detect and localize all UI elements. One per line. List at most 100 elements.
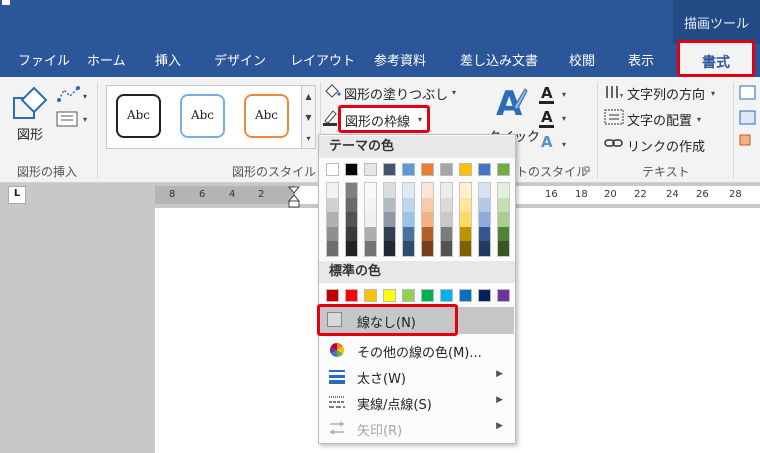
shape-styles-scroll[interactable]: ▲ ▼ ▾ xyxy=(302,85,316,149)
theme-shade-swatch[interactable] xyxy=(384,241,395,256)
theme-shade-swatch[interactable] xyxy=(422,226,433,242)
create-link-button[interactable]: リンクの作成 xyxy=(627,136,705,155)
text-direction-button[interactable]: 文字列の方向 xyxy=(627,84,705,103)
standard-color-swatch[interactable] xyxy=(497,289,510,302)
shapes-label[interactable]: 図形 xyxy=(17,124,43,143)
shape-style-dark[interactable]: Abc xyxy=(116,94,161,138)
tab-references[interactable]: 参考資料 xyxy=(374,50,426,70)
theme-shade-swatch[interactable] xyxy=(346,197,357,213)
theme-shade-column[interactable] xyxy=(459,182,472,257)
shape-fill-dropdown-icon[interactable]: ▾ xyxy=(452,88,456,97)
theme-shade-swatch[interactable] xyxy=(365,226,376,242)
theme-color-swatch[interactable] xyxy=(440,163,453,176)
theme-shade-swatch[interactable] xyxy=(403,183,414,198)
theme-shade-swatch[interactable] xyxy=(346,212,357,227)
tab-format[interactable]: 書式 xyxy=(677,40,755,77)
shape-style-blue[interactable]: Abc xyxy=(180,94,225,138)
align-text-button[interactable]: 文字の配置 xyxy=(627,110,692,129)
theme-shade-swatch[interactable] xyxy=(403,241,414,256)
theme-shade-swatch[interactable] xyxy=(479,241,490,256)
shape-style-orange[interactable]: Abc xyxy=(244,94,289,138)
theme-shade-column[interactable] xyxy=(345,182,358,257)
theme-shade-swatch[interactable] xyxy=(422,241,433,256)
theme-shade-swatch[interactable] xyxy=(479,197,490,213)
tab-layout[interactable]: レイアウト xyxy=(290,50,355,70)
dialog-launcher-icon[interactable]: ⧉ xyxy=(584,165,590,175)
theme-shade-swatch[interactable] xyxy=(365,183,376,198)
theme-shade-column[interactable] xyxy=(440,182,453,257)
theme-shade-swatch[interactable] xyxy=(346,183,357,198)
theme-shade-swatch[interactable] xyxy=(403,212,414,227)
standard-color-swatch[interactable] xyxy=(440,289,453,302)
theme-shade-swatch[interactable] xyxy=(460,212,471,227)
theme-shade-swatch[interactable] xyxy=(327,241,338,256)
tab-selector-icon[interactable]: L xyxy=(8,186,26,204)
link-icon[interactable] xyxy=(604,137,624,149)
theme-shade-swatch[interactable] xyxy=(441,183,452,198)
theme-color-swatch[interactable] xyxy=(345,163,358,176)
indent-marker-icon[interactable] xyxy=(288,186,300,208)
quick-styles-icon[interactable]: A xyxy=(494,83,528,123)
theme-color-swatch[interactable] xyxy=(421,163,434,176)
theme-shade-swatch[interactable] xyxy=(384,197,395,213)
theme-shade-swatch[interactable] xyxy=(441,212,452,227)
theme-color-swatch[interactable] xyxy=(326,163,339,176)
align-text-dropdown-icon[interactable]: ▾ xyxy=(697,115,701,124)
theme-color-swatch[interactable] xyxy=(478,163,491,176)
theme-shade-swatch[interactable] xyxy=(384,226,395,242)
align-text-icon[interactable] xyxy=(604,109,624,125)
theme-shade-swatch[interactable] xyxy=(403,226,414,242)
theme-shade-column[interactable] xyxy=(364,182,377,257)
text-outline-icon[interactable]: A xyxy=(541,108,553,126)
theme-color-swatch[interactable] xyxy=(383,163,396,176)
theme-shade-swatch[interactable] xyxy=(365,197,376,213)
standard-color-swatch[interactable] xyxy=(478,289,491,302)
theme-shade-swatch[interactable] xyxy=(422,197,433,213)
standard-color-swatch[interactable] xyxy=(402,289,415,302)
theme-shade-swatch[interactable] xyxy=(365,212,376,227)
text-box-icon[interactable] xyxy=(56,111,80,127)
theme-shade-swatch[interactable] xyxy=(327,183,338,198)
text-box-dropdown-icon[interactable]: ▾ xyxy=(83,115,87,124)
text-fill-icon[interactable]: A xyxy=(541,84,553,102)
theme-shade-swatch[interactable] xyxy=(441,226,452,242)
standard-color-swatch[interactable] xyxy=(421,289,434,302)
theme-shade-swatch[interactable] xyxy=(479,183,490,198)
shape-fill-button[interactable]: 図形の塗りつぶし xyxy=(344,84,448,103)
theme-shade-swatch[interactable] xyxy=(498,241,509,256)
theme-shade-swatch[interactable] xyxy=(346,226,357,242)
text-effects-dropdown-icon[interactable]: ▾ xyxy=(562,140,566,149)
tab-design[interactable]: デザイン xyxy=(214,50,266,70)
theme-shade-swatch[interactable] xyxy=(441,197,452,213)
theme-shade-swatch[interactable] xyxy=(479,226,490,242)
theme-color-swatch[interactable] xyxy=(402,163,415,176)
theme-shade-column[interactable] xyxy=(402,182,415,257)
tab-view[interactable]: 表示 xyxy=(628,50,654,70)
theme-shade-swatch[interactable] xyxy=(460,197,471,213)
text-effects-icon[interactable]: A xyxy=(541,133,553,151)
theme-shade-swatch[interactable] xyxy=(384,183,395,198)
dashes-item[interactable]: 実線/点線(S) ▶ xyxy=(319,389,515,415)
text-fill-dropdown-icon[interactable]: ▾ xyxy=(562,90,566,99)
theme-shade-swatch[interactable] xyxy=(460,226,471,242)
shape-outline-button[interactable]: 図形の枠線 ▾ xyxy=(338,105,430,133)
tab-review[interactable]: 校閲 xyxy=(569,50,595,70)
theme-shade-swatch[interactable] xyxy=(498,226,509,242)
tab-insert[interactable]: 挿入 xyxy=(155,50,181,70)
theme-shade-swatch[interactable] xyxy=(327,226,338,242)
edit-shape-dropdown-icon[interactable]: ▾ xyxy=(83,92,87,101)
text-direction-dropdown-icon[interactable]: ▾ xyxy=(711,89,715,98)
theme-shade-column[interactable] xyxy=(421,182,434,257)
theme-shade-swatch[interactable] xyxy=(498,212,509,227)
theme-shade-swatch[interactable] xyxy=(498,183,509,198)
theme-shade-swatch[interactable] xyxy=(422,183,433,198)
line-weight-item[interactable]: 太さ(W) ▶ xyxy=(319,363,515,389)
standard-color-swatch[interactable] xyxy=(345,289,358,302)
more-line-colors-item[interactable]: その他の線の色(M)... xyxy=(319,337,515,363)
standard-color-swatch[interactable] xyxy=(383,289,396,302)
shapes-icon[interactable] xyxy=(12,86,48,122)
tab-file[interactable]: ファイル xyxy=(18,50,70,70)
text-outline-dropdown-icon[interactable]: ▾ xyxy=(562,114,566,123)
theme-shade-column[interactable] xyxy=(497,182,510,257)
arrange-icons[interactable] xyxy=(739,85,757,151)
